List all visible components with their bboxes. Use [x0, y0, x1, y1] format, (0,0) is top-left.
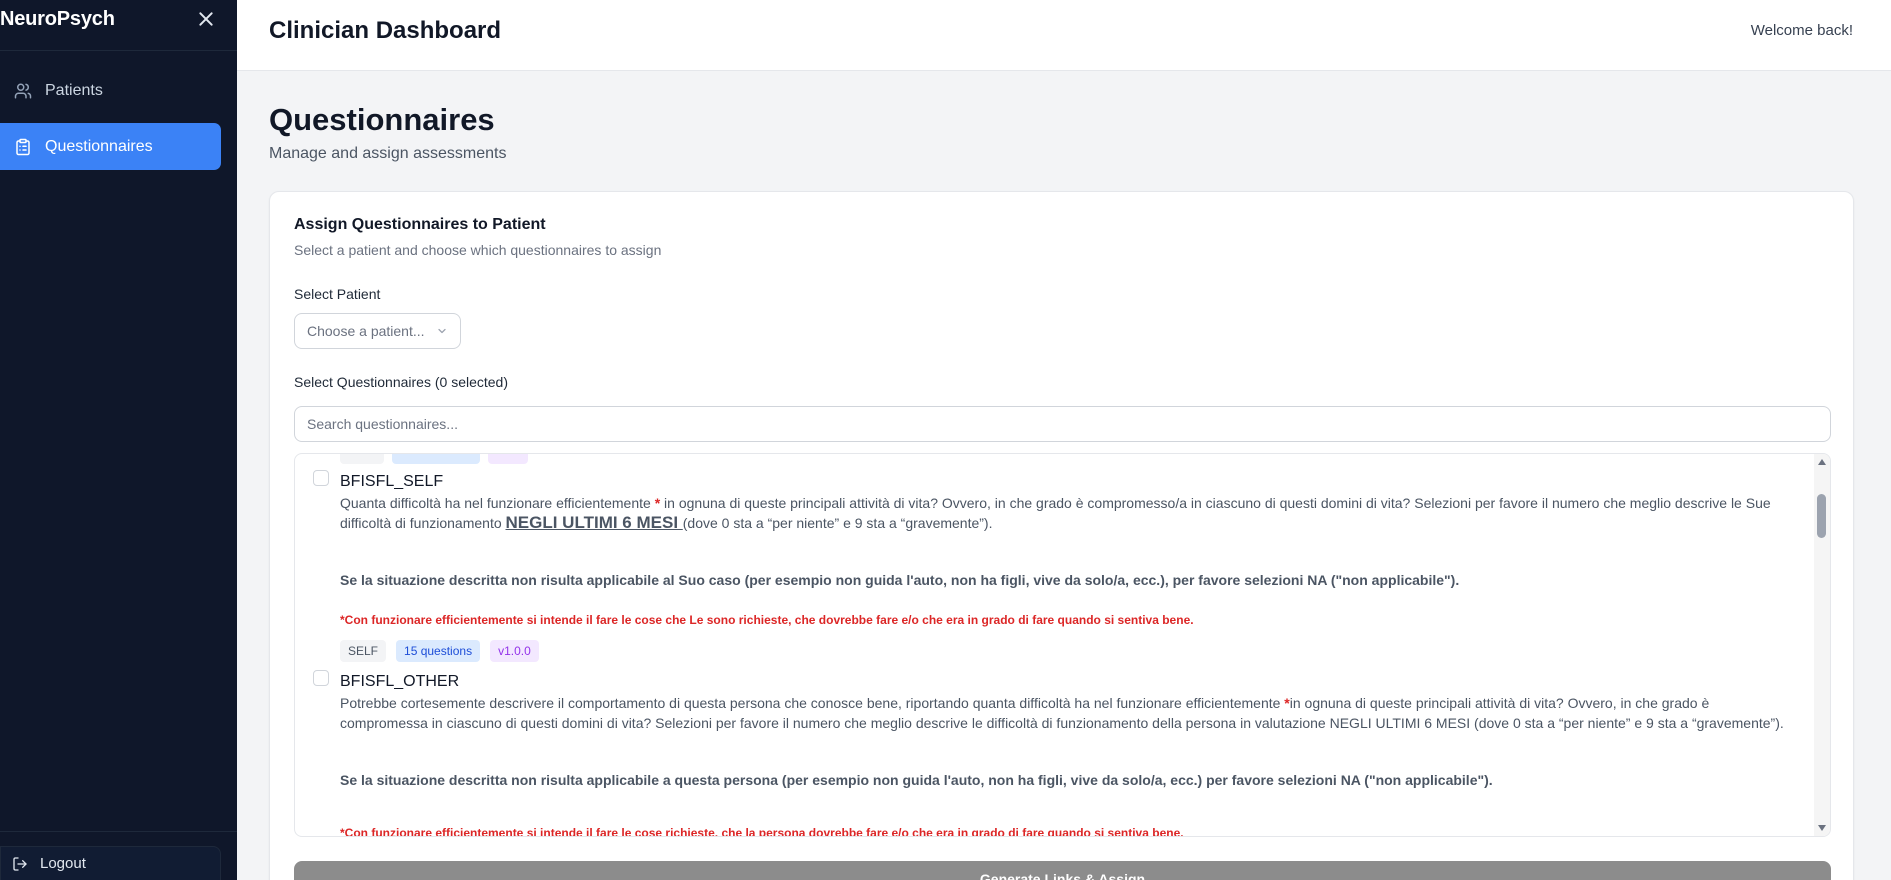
- users-icon: [13, 81, 33, 101]
- select-questionnaires-label: Select Questionnaires (0 selected): [294, 374, 508, 390]
- scroll-down-arrow-icon[interactable]: [1818, 825, 1826, 831]
- questionnaire-name: BFISFL_OTHER: [340, 673, 460, 690]
- sidebar-item-questionnaires[interactable]: Questionnaires: [0, 123, 221, 170]
- dashboard-title: Clinician Dashboard: [269, 17, 502, 44]
- questionnaire-note: Se la situazione descritta non risulta a…: [340, 772, 1493, 788]
- patient-select[interactable]: Choose a patient...: [294, 313, 461, 349]
- card-description: Select a patient and choose which questi…: [294, 242, 662, 258]
- generate-links-assign-button[interactable]: Generate Links & Assign: [294, 861, 1831, 880]
- questionnaire-red-note: *Con funzionare efficientemente si inten…: [340, 613, 1194, 627]
- questionnaire-description: Potrebbe cortesemente descrivere il comp…: [340, 693, 1790, 733]
- card-title: Assign Questionnaires to Patient: [294, 216, 546, 233]
- sidebar-footer: Logout: [0, 831, 237, 880]
- questionnaire-list[interactable]: BFISFL_SELF Quanta difficoltà ha nel fun…: [294, 453, 1831, 837]
- assign-questionnaires-card: Assign Questionnaires to Patient Select …: [269, 191, 1854, 880]
- questionnaire-list-content: BFISFL_SELF Quanta difficoltà ha nel fun…: [295, 454, 1814, 836]
- desc-emphasis: NEGLI ULTIMI 6 MESI: [505, 513, 683, 532]
- desc-text: Potrebbe cortesemente descrivere il comp…: [340, 695, 1285, 711]
- list-scrollbar[interactable]: [1814, 454, 1830, 836]
- questionnaire-note: Se la situazione descritta non risulta a…: [340, 572, 1460, 588]
- tag-version: [488, 454, 528, 464]
- tag-version: v1.0.0: [490, 640, 539, 662]
- brand-logo-text: NeuroPsych: [0, 7, 115, 30]
- logout-button[interactable]: Logout: [0, 846, 221, 880]
- welcome-text: Welcome back!: [1750, 22, 1853, 39]
- desc-text: Quanta difficoltà ha nel funzionare effi…: [340, 495, 655, 511]
- chevron-down-icon: [436, 324, 448, 336]
- desc-text: (dove 0 sta a “per niente” e 9 sta a “gr…: [682, 515, 993, 531]
- page-title: Questionnaires: [269, 102, 495, 137]
- top-header: Clinician Dashboard Welcome back!: [237, 0, 1891, 71]
- sidebar-item-patients[interactable]: Patients: [0, 67, 221, 114]
- questionnaire-tags: SELF 15 questions v1.0.0: [340, 640, 539, 662]
- close-sidebar-icon[interactable]: [197, 10, 215, 28]
- questionnaire-name: BFISFL_SELF: [340, 473, 444, 490]
- previous-item-tags: [340, 454, 528, 464]
- scroll-up-arrow-icon[interactable]: [1818, 459, 1826, 465]
- tag-type: SELF: [340, 640, 387, 662]
- logout-label: Logout: [40, 855, 86, 872]
- clipboard-list-icon: [13, 137, 33, 157]
- questionnaire-checkbox[interactable]: [313, 470, 329, 486]
- logout-icon: [12, 856, 28, 872]
- patient-select-placeholder: Choose a patient...: [307, 323, 425, 339]
- page-subtitle: Manage and assign assessments: [269, 145, 507, 162]
- questionnaire-red-note: *Con funzionare efficientemente si inten…: [340, 826, 1184, 836]
- tag-count: 15 questions: [396, 640, 481, 662]
- questionnaire-description: Quanta difficoltà ha nel funzionare effi…: [340, 493, 1790, 533]
- sidebar: NeuroPsych Patients Questionnaires Logou…: [0, 0, 237, 880]
- search-questionnaires-input[interactable]: [294, 406, 1831, 442]
- select-patient-label: Select Patient: [294, 286, 381, 302]
- tag-type: [340, 454, 384, 464]
- scrollbar-thumb[interactable]: [1817, 494, 1826, 538]
- sidebar-item-label: Patients: [45, 81, 103, 99]
- sidebar-header: NeuroPsych: [0, 0, 237, 51]
- tag-count: [392, 454, 480, 464]
- sidebar-item-label: Questionnaires: [45, 137, 153, 155]
- questionnaire-checkbox[interactable]: [313, 670, 329, 686]
